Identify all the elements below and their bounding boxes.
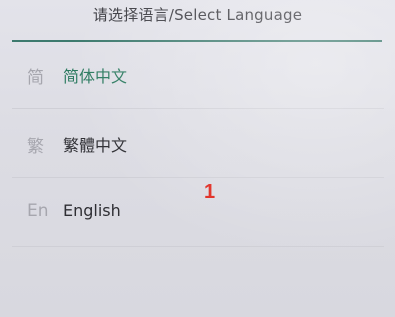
simplified-chinese-icon: 简: [27, 68, 44, 88]
annotation-marker: 1: [204, 181, 216, 203]
language-label: English: [63, 201, 121, 220]
language-label: 繁體中文: [63, 136, 128, 155]
language-item-simplified-chinese[interactable]: 简 简体中文: [12, 40, 384, 109]
traditional-chinese-icon: 繁: [27, 137, 44, 157]
language-item-traditional-chinese[interactable]: 繁 繁體中文: [12, 109, 384, 178]
language-item-english[interactable]: En English: [12, 178, 384, 247]
language-selection-screen: 请选择语言/Select Language 简 简体中文 繁 繁體中文 En E…: [0, 0, 395, 317]
language-label: 简体中文: [63, 67, 128, 86]
english-icon: En: [27, 201, 49, 221]
dialog-title: 请选择语言/Select Language: [92, 6, 303, 24]
